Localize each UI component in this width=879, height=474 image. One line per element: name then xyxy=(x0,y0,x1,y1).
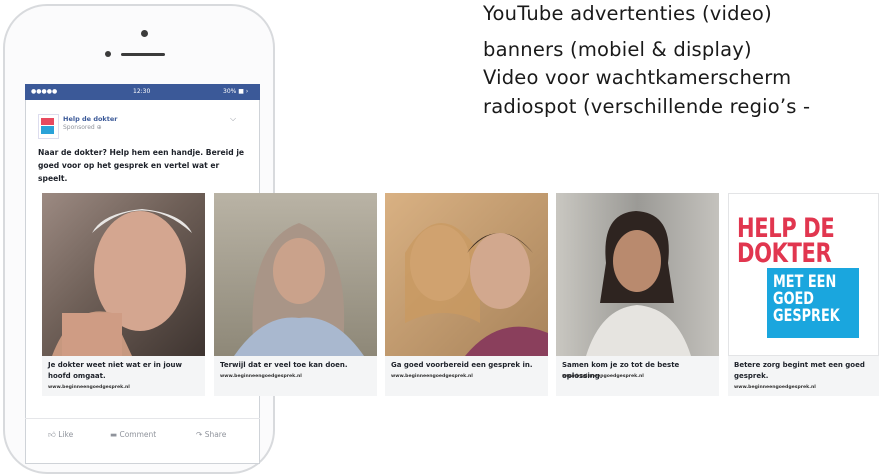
sponsored-label: Sponsored ⊕ xyxy=(63,124,102,131)
share-icon: ↷ xyxy=(196,430,203,439)
like-button[interactable]: 👍︎ Like xyxy=(48,430,73,440)
page-avatar-top xyxy=(41,118,54,125)
card-url[interactable]: www.beginneengoedgesprek.nl xyxy=(734,385,816,390)
photo-older-man xyxy=(42,193,205,356)
card-url[interactable]: www.beginneengoedgesprek.nl xyxy=(391,374,473,379)
service-line-radio: radiospot (verschillende regio’s - xyxy=(483,95,811,118)
action-divider xyxy=(25,418,260,419)
card-caption: Betere zorg begint met een goed gesprek. xyxy=(734,361,865,380)
card-url[interactable]: www.beginneengoedgesprek.nl xyxy=(220,374,302,379)
help-de-dokter-logo: HELP DE DOKTER MET EEN GOED GESPREK xyxy=(737,215,878,338)
phone-camera xyxy=(141,30,148,37)
share-button[interactable]: ↷ Share xyxy=(196,430,226,439)
photo-girl-grandmother xyxy=(385,193,548,356)
brand-logo-panel: HELP DE DOKTER MET EEN GOED GESPREK xyxy=(728,193,879,356)
service-line-youtube: YouTube advertenties (video) xyxy=(483,2,772,25)
comment-icon: ▬ xyxy=(110,430,118,439)
logo-blue-box: MET EEN GOED GESPREK xyxy=(767,268,859,338)
service-line-video: Video voor wachtkamerscherm xyxy=(483,66,792,89)
card-url[interactable]: www.beginneengoedgesprek.nl xyxy=(562,374,644,379)
card-caption: Je dokter weet niet wat er in jouw hoofd… xyxy=(48,361,182,380)
service-line-banners: banners (mobiel & display) xyxy=(483,38,752,61)
status-time: 12:30 xyxy=(133,88,151,95)
photo-young-man xyxy=(556,193,719,356)
card-url[interactable]: www.beginneengoedgesprek.nl xyxy=(48,385,130,390)
carousel-card-1[interactable]: Je dokter weet niet wat er in jouw hoofd… xyxy=(42,193,205,396)
phone-sensor xyxy=(105,51,111,57)
post-text: Naar de dokter? Help hem een handje. Ber… xyxy=(38,148,245,183)
status-bar: ●●●●● 12:30 30% ■ › xyxy=(25,84,260,100)
page-name-link[interactable]: Help de dokter xyxy=(63,115,117,123)
carousel-card-4[interactable]: Samen kom je zo tot de beste oplossing. … xyxy=(556,193,719,396)
page-avatar-bottom xyxy=(41,126,54,134)
card-caption: Ga goed voorbereid een gesprek in. xyxy=(391,361,533,369)
phone-speaker xyxy=(121,53,165,56)
photo-woman-hijab xyxy=(214,193,377,356)
carousel-card-3[interactable]: Ga goed voorbereid een gesprek in. www.b… xyxy=(385,193,548,396)
card-caption: Terwijl dat er veel toe kan doen. xyxy=(220,361,348,369)
status-carrier: ●●●●● xyxy=(31,88,58,95)
carousel-card-5[interactable]: HELP DE DOKTER MET EEN GOED GESPREK Bete… xyxy=(728,193,879,396)
carousel-card-2[interactable]: Terwijl dat er veel toe kan doen. www.be… xyxy=(214,193,377,396)
chevron-down-icon[interactable]: ⌵ xyxy=(230,114,236,124)
status-battery: 30% ■ › xyxy=(223,88,249,95)
comment-button[interactable]: ▬ Comment xyxy=(110,430,156,439)
thumbs-up-icon: 👍︎ xyxy=(48,430,56,439)
